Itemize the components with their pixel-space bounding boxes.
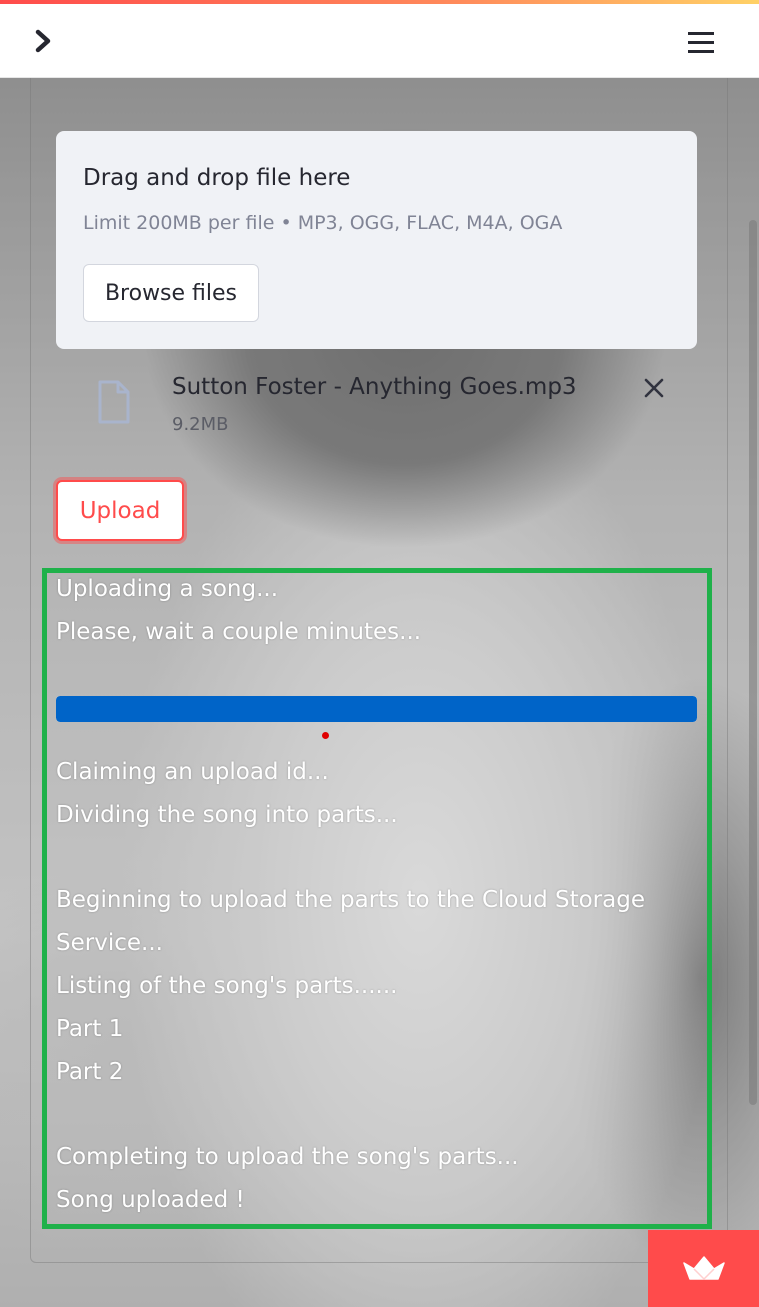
log-line: Service... — [56, 930, 163, 956]
dropzone-limit-text: Limit 200MB per file • MP3, OGG, FLAC, M… — [83, 212, 563, 234]
sidebar-toggle-button[interactable] — [28, 26, 58, 56]
file-size: 9.2MB — [172, 414, 229, 435]
uploaded-file-item: Sutton Foster - Anything Goes.mp3 9.2MB — [56, 360, 697, 450]
upload-progress-bar — [56, 696, 697, 722]
log-line: Beginning to upload the parts to the Clo… — [56, 887, 645, 913]
streamlit-crown-icon — [682, 1255, 725, 1280]
log-line: Part 1 — [56, 1016, 124, 1042]
log-line: Song uploaded ! — [56, 1187, 245, 1213]
app-header — [0, 4, 759, 78]
dropzone-title: Drag and drop file here — [83, 165, 351, 191]
file-name: Sutton Foster - Anything Goes.mp3 — [172, 374, 577, 400]
file-icon — [96, 380, 132, 428]
log-line: Claiming an upload id... — [56, 759, 329, 785]
file-uploader-dropzone[interactable]: Drag and drop file here Limit 200MB per … — [56, 131, 697, 349]
remove-file-button[interactable] — [640, 374, 668, 402]
page-scrollbar[interactable] — [749, 220, 757, 1105]
cursor-marker — [322, 732, 329, 739]
log-line: Listing of the song's parts...... — [56, 973, 398, 999]
main-menu-button[interactable] — [683, 26, 719, 58]
log-line: Part 2 — [56, 1059, 124, 1085]
browse-files-button[interactable]: Browse files — [83, 264, 259, 322]
hamburger-menu-icon — [688, 32, 714, 53]
log-line: Uploading a song... — [56, 576, 279, 602]
close-icon — [644, 378, 664, 398]
progress-bar-fill — [56, 696, 697, 722]
log-line: Completing to upload the song's parts... — [56, 1144, 519, 1170]
chevron-right-icon — [35, 29, 51, 53]
log-line: Please, wait a couple minutes... — [56, 619, 422, 645]
upload-button[interactable]: Upload — [56, 480, 184, 541]
log-line: Dividing the song into parts... — [56, 802, 398, 828]
streamlit-badge-button[interactable] — [648, 1230, 759, 1307]
top-decoration-bar — [0, 0, 759, 4]
